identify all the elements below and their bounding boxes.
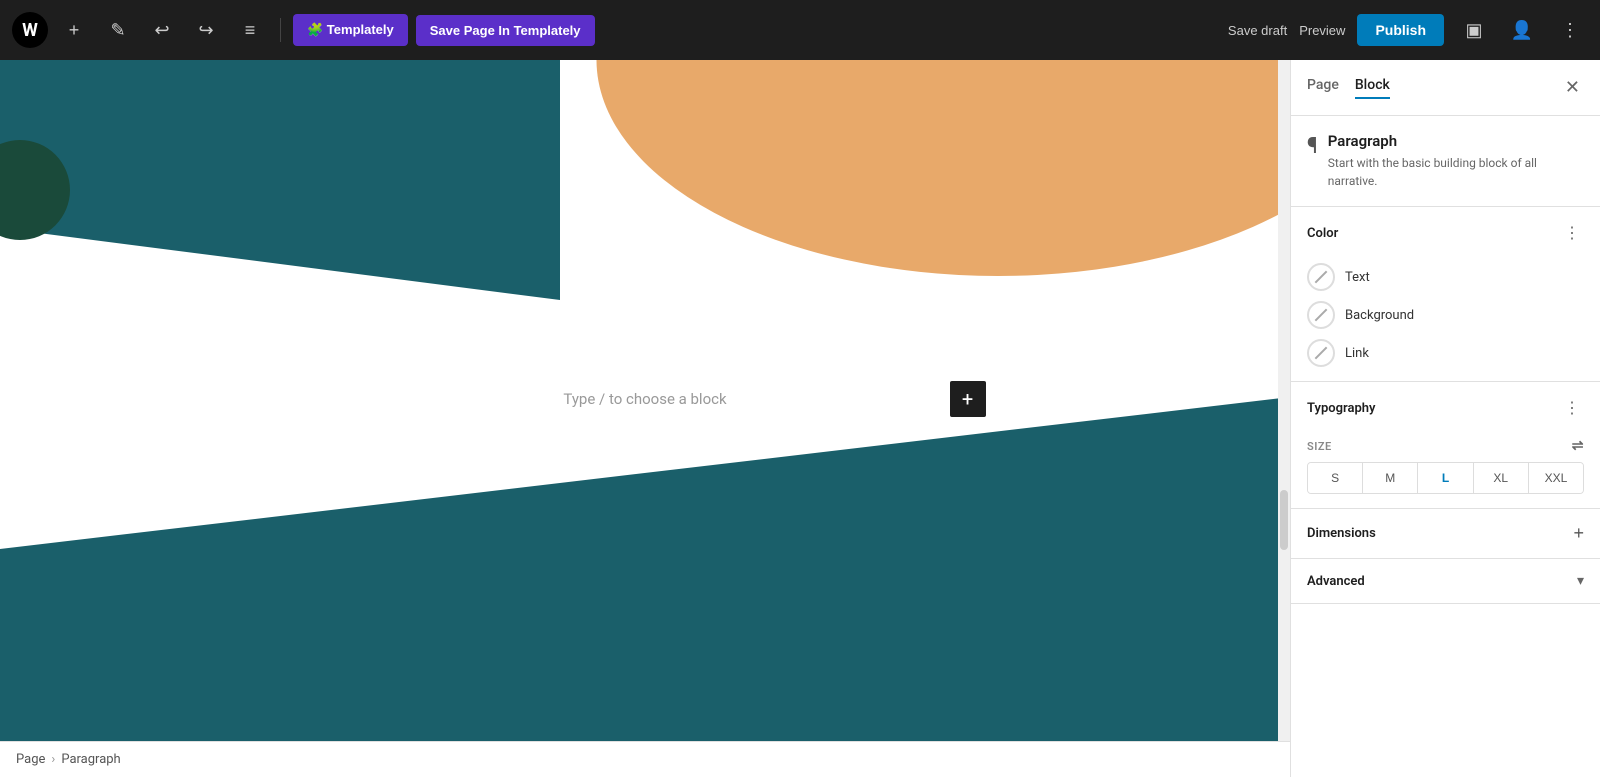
color-label-text: Text xyxy=(1345,270,1370,285)
dimensions-add-button[interactable]: + xyxy=(1573,523,1584,544)
toolbar: W + ✎ ↩ ↪ ≡ 🧩 Templately Save Page In Te… xyxy=(0,0,1600,60)
wp-logo[interactable]: W xyxy=(12,12,48,48)
tab-block[interactable]: Block xyxy=(1355,77,1390,99)
shape-teal-bottom xyxy=(0,397,1290,777)
panel-tabs: Page Block xyxy=(1307,77,1561,99)
size-btn-xl[interactable]: XL xyxy=(1474,463,1529,493)
add-block-cursor[interactable]: + xyxy=(950,381,986,417)
publish-button[interactable]: Publish xyxy=(1357,14,1444,46)
color-circle-text[interactable] xyxy=(1307,263,1335,291)
color-circle-background[interactable] xyxy=(1307,301,1335,329)
size-btn-m[interactable]: M xyxy=(1363,463,1418,493)
canvas-scrollbar-thumb xyxy=(1280,490,1288,550)
color-circle-link[interactable] xyxy=(1307,339,1335,367)
main-layout: Type / to choose a block + Page Block ✕ … xyxy=(0,60,1600,777)
color-section-header[interactable]: Color ⋮ xyxy=(1291,207,1600,259)
right-panel: Page Block ✕ ¶ Paragraph Start with the … xyxy=(1290,60,1600,777)
advanced-section-header[interactable]: Advanced ▾ xyxy=(1291,559,1600,603)
shape-teal-top xyxy=(0,60,560,300)
toggle-layout-button[interactable]: ▣ xyxy=(1456,12,1492,48)
add-block-button[interactable]: + xyxy=(56,12,92,48)
color-section-title: Color xyxy=(1307,226,1338,241)
dimensions-title: Dimensions xyxy=(1307,526,1376,541)
color-section-menu[interactable]: ⋮ xyxy=(1560,221,1584,245)
redo-button[interactable]: ↪ xyxy=(188,12,224,48)
canvas-scrollbar[interactable] xyxy=(1278,60,1290,777)
toolbar-right: Save draft Preview Publish ▣ 👤 ⋮ xyxy=(1228,12,1588,48)
color-item-background[interactable]: Background xyxy=(1307,301,1584,329)
canvas-inner: Type / to choose a block + xyxy=(0,60,1290,777)
typography-section-header[interactable]: Typography ⋮ xyxy=(1291,382,1600,434)
color-items: Text Background Link xyxy=(1291,259,1600,381)
breadcrumb-paragraph[interactable]: Paragraph xyxy=(61,752,120,767)
menu-button[interactable]: ≡ xyxy=(232,12,268,48)
breadcrumb-separator: › xyxy=(51,752,55,767)
save-page-templately-button[interactable]: Save Page In Templately xyxy=(416,15,595,46)
typography-section-menu[interactable]: ⋮ xyxy=(1560,396,1584,420)
dimensions-section: Dimensions + xyxy=(1291,509,1600,559)
dimensions-header: Dimensions + xyxy=(1291,509,1600,558)
canvas[interactable]: Type / to choose a block + xyxy=(0,60,1290,777)
edit-button[interactable]: ✎ xyxy=(100,12,136,48)
block-info: ¶ Paragraph Start with the basic buildin… xyxy=(1291,116,1600,207)
panel-close-button[interactable]: ✕ xyxy=(1561,73,1584,102)
size-btn-l[interactable]: L xyxy=(1418,463,1473,493)
color-item-text[interactable]: Text xyxy=(1307,263,1584,291)
templately-button[interactable]: 🧩 Templately xyxy=(293,14,408,46)
block-title: Paragraph xyxy=(1328,132,1584,150)
typography-section: Typography ⋮ SIZE ⇌ S M L XL XXL xyxy=(1291,382,1600,509)
size-controls-icon[interactable]: ⇌ xyxy=(1572,438,1584,454)
advanced-section: Advanced ▾ xyxy=(1291,559,1600,604)
size-buttons: S M L XL XXL xyxy=(1307,462,1584,494)
color-label-background: Background xyxy=(1345,308,1414,323)
size-btn-s[interactable]: S xyxy=(1308,463,1363,493)
size-btn-xxl[interactable]: XXL xyxy=(1529,463,1583,493)
breadcrumb-page[interactable]: Page xyxy=(16,752,45,767)
shape-orange xyxy=(560,60,1290,300)
typography-section-title: Typography xyxy=(1307,401,1376,416)
color-item-link[interactable]: Link xyxy=(1307,339,1584,367)
undo-button[interactable]: ↩ xyxy=(144,12,180,48)
block-paragraph-icon: ¶ xyxy=(1307,134,1318,159)
panel-header: Page Block ✕ xyxy=(1291,60,1600,116)
preview-button[interactable]: Preview xyxy=(1299,23,1345,38)
advanced-chevron-icon: ▾ xyxy=(1577,573,1584,589)
color-label-link: Link xyxy=(1345,346,1369,361)
block-description: Start with the basic building block of a… xyxy=(1328,154,1584,190)
advanced-section-title: Advanced xyxy=(1307,574,1365,589)
size-label: SIZE ⇌ xyxy=(1291,434,1600,462)
color-section: Color ⋮ Text Background Link xyxy=(1291,207,1600,382)
more-options-button[interactable]: ⋮ xyxy=(1552,12,1588,48)
canvas-placeholder: Type / to choose a block xyxy=(563,390,726,408)
toolbar-divider xyxy=(280,18,281,42)
user-menu-button[interactable]: 👤 xyxy=(1504,12,1540,48)
save-draft-button[interactable]: Save draft xyxy=(1228,23,1287,38)
breadcrumb: Page › Paragraph xyxy=(0,741,1290,777)
tab-page[interactable]: Page xyxy=(1307,77,1339,99)
